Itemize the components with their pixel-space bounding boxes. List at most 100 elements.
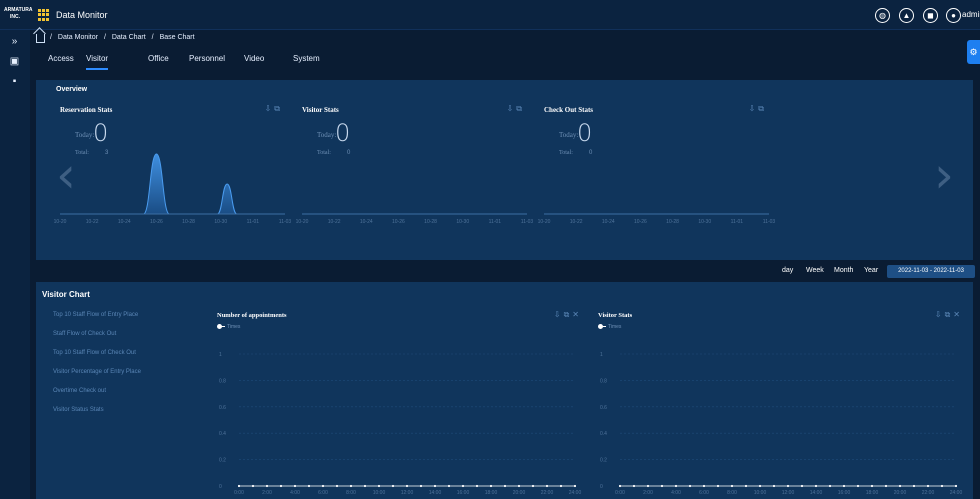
- filter-year[interactable]: Year: [864, 267, 878, 274]
- expand-sidebar-icon[interactable]: »: [9, 36, 20, 47]
- language-icon[interactable]: ◍: [875, 8, 890, 23]
- document-icon[interactable]: ▣: [9, 56, 20, 67]
- x-tick-label: 10-28: [424, 219, 437, 225]
- expand-icon[interactable]: ⧉: [274, 104, 283, 113]
- y-tick-label: 0.6: [600, 405, 607, 411]
- x-tick-label: 10-20: [538, 219, 551, 225]
- expand-icon[interactable]: ⧉: [516, 104, 525, 113]
- x-tick-label: 10:00: [754, 490, 767, 496]
- help-icon[interactable]: ◼: [923, 8, 938, 23]
- filter-week[interactable]: Week: [806, 267, 824, 274]
- x-tick-label: 20:00: [513, 490, 526, 496]
- data-point: [898, 484, 902, 488]
- appointments-line-chart: 00.20.40.60.810:00 2:00 4:00 6:00 8:00 10:00 1…: [219, 352, 581, 496]
- crumb-separator: /: [151, 34, 154, 41]
- panel-title: Visitor Stats: [302, 106, 339, 114]
- data-point: [419, 484, 423, 488]
- tab-system[interactable]: System: [293, 54, 320, 63]
- data-point: [912, 484, 916, 488]
- list-item[interactable]: Staff Flow of Check Out: [53, 331, 141, 350]
- x-tick-label: 10-20: [296, 219, 309, 225]
- x-tick-label: 10-30: [698, 219, 711, 225]
- list-item[interactable]: Overtime Check out: [53, 388, 141, 407]
- x-tick-label: 11-03: [521, 219, 534, 225]
- panel-title: Reservation Stats: [60, 106, 113, 114]
- visitor-chart-title: Visitor Chart: [42, 290, 90, 299]
- close-icon[interactable]: ✕: [572, 310, 582, 319]
- tab-video[interactable]: Video: [244, 54, 264, 63]
- panel-tools: ⇩⧉: [507, 104, 525, 114]
- home-icon[interactable]: [36, 34, 45, 43]
- monitor-icon[interactable]: ▪: [9, 76, 20, 87]
- panel-tools: ⇩⧉✕: [554, 310, 582, 320]
- tab-access[interactable]: Access: [48, 54, 74, 63]
- download-icon[interactable]: ⇩: [554, 310, 564, 319]
- list-item[interactable]: Top 10 Staff Flow of Check Out: [53, 350, 141, 369]
- app-grid-icon[interactable]: [38, 9, 50, 21]
- today-label: Today:: [559, 131, 579, 139]
- panel-tools: ⇩⧉: [265, 104, 283, 114]
- x-tick-label: 10-26: [150, 219, 163, 225]
- crumb-data-chart[interactable]: Data Chart: [112, 34, 146, 41]
- y-tick-label: 0.4: [600, 431, 607, 437]
- today-value: 0: [577, 119, 593, 147]
- data-point: [545, 484, 549, 488]
- list-item[interactable]: Visitor Status Stats: [53, 407, 141, 426]
- crumb-data-monitor[interactable]: Data Monitor: [58, 34, 98, 41]
- expand-icon[interactable]: ⧉: [945, 310, 954, 319]
- filter-month[interactable]: Month: [834, 267, 853, 274]
- today-label: Today:: [75, 131, 95, 139]
- filter-day[interactable]: day: [782, 267, 793, 274]
- y-tick-label: 0.4: [219, 431, 226, 437]
- data-point: [335, 484, 339, 488]
- date-range-picker[interactable]: 2022-11-03 - 2022-11-03: [887, 265, 975, 278]
- download-icon[interactable]: ⇩: [265, 104, 275, 113]
- overview-section: Overview ‹ › Reservation Stats ⇩⧉ Today:…: [36, 80, 973, 260]
- download-icon[interactable]: ⇩: [935, 310, 945, 319]
- x-tick-label: 11-03: [763, 219, 776, 225]
- today-value: 0: [335, 119, 351, 147]
- chart-legend[interactable]: Times: [217, 324, 240, 330]
- download-icon[interactable]: ⇩: [507, 104, 517, 113]
- expand-icon[interactable]: ⧉: [758, 104, 767, 113]
- data-point: [503, 484, 507, 488]
- x-tick-label: 6:00: [318, 490, 328, 496]
- list-item[interactable]: Top 10 Staff Flow of Entry Place: [53, 312, 141, 331]
- alert-icon[interactable]: ▲: [899, 8, 914, 23]
- download-icon[interactable]: ⇩: [749, 104, 759, 113]
- data-point: [730, 484, 734, 488]
- panel-tools: ⇩⧉: [749, 104, 767, 114]
- data-point: [870, 484, 874, 488]
- settings-float-button[interactable]: ⚙: [967, 40, 980, 64]
- user-avatar-icon[interactable]: ●: [946, 8, 961, 23]
- data-point: [674, 484, 678, 488]
- check-out-stats-chart: 10-20 10-22 10-24 10-26 10-28 10-30 11-01 11-03: [538, 213, 775, 225]
- x-tick-label: 18:00: [866, 490, 879, 496]
- next-arrow-icon[interactable]: ›: [934, 150, 958, 200]
- legend-label: Times: [608, 324, 622, 330]
- x-tick-label: 0:00: [615, 490, 625, 496]
- user-name[interactable]: admin: [962, 10, 980, 19]
- data-point: [559, 484, 563, 488]
- today-label: Today:: [317, 131, 337, 139]
- close-icon[interactable]: ✕: [953, 310, 963, 319]
- tab-personnel[interactable]: Personnel: [189, 54, 225, 63]
- data-point: [475, 484, 479, 488]
- visitor-stats-chart: 10-20 10-22 10-24 10-26 10-28 10-30 11-01 11-03: [296, 213, 533, 225]
- visitor-chart-section: Visitor Chart Top 10 Staff Flow of Entry…: [36, 282, 973, 499]
- data-point: [814, 484, 818, 488]
- y-tick-label: 0.6: [219, 405, 226, 411]
- visitor-stats-chart-panel: Visitor Stats ⇩⧉✕ Times 0 0.2 0.4 0.6 0.8 1 0:…: [598, 310, 963, 496]
- data-point: [716, 484, 720, 488]
- tab-visitor[interactable]: Visitor: [86, 54, 109, 70]
- data-point: [856, 484, 860, 488]
- expand-icon[interactable]: ⧉: [564, 310, 573, 319]
- x-tick-label: 10:00: [373, 490, 386, 496]
- chart-legend[interactable]: Times: [598, 324, 621, 330]
- x-tick-label: 10-30: [214, 219, 227, 225]
- x-tick-label: 24:00: [950, 490, 963, 496]
- overview-title: Overview: [56, 86, 88, 93]
- list-item[interactable]: Visitor Percentage of Entry Place: [53, 369, 141, 388]
- y-tick-label: 0.2: [600, 458, 607, 464]
- tab-office[interactable]: Office: [148, 54, 169, 63]
